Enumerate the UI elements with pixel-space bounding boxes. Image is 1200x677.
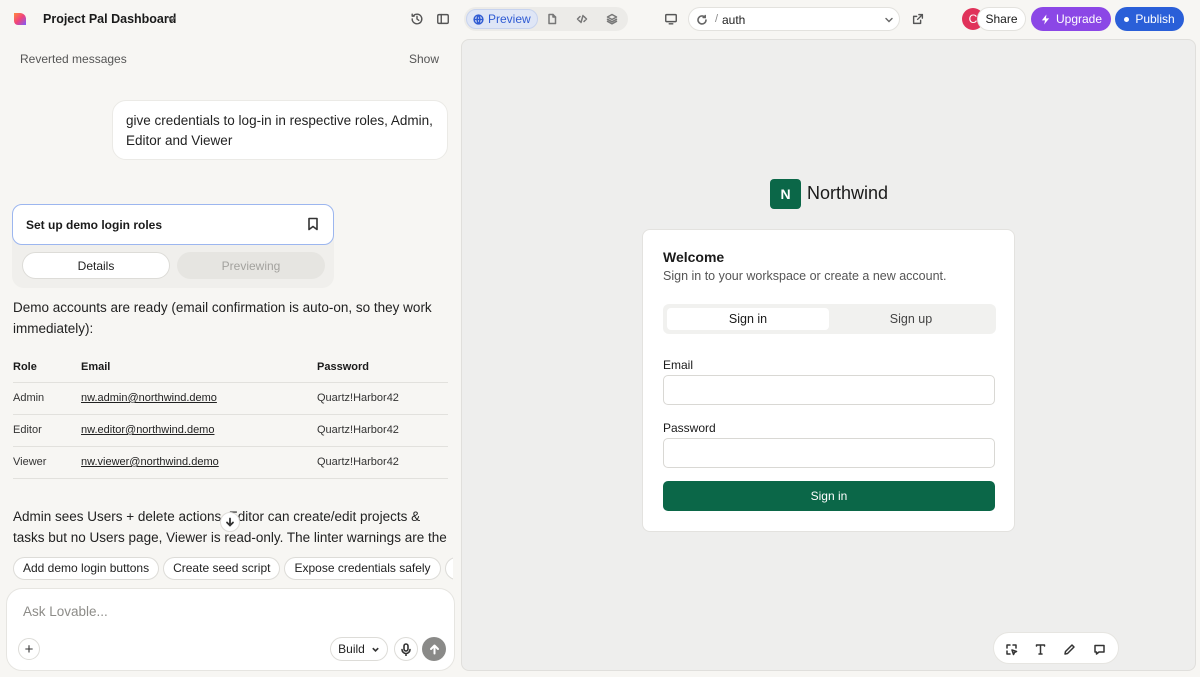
role-cell: Admin bbox=[13, 382, 81, 415]
comment-icon[interactable] bbox=[1091, 641, 1107, 657]
credentials-table: Role Email Password Admin nw.admin@north… bbox=[13, 352, 448, 479]
preview-toolbar bbox=[993, 632, 1119, 664]
suggestion-chip[interactable]: Add demo login buttons bbox=[13, 557, 160, 580]
desktop-icon[interactable] bbox=[663, 11, 679, 27]
tab-preview[interactable]: Preview bbox=[466, 9, 538, 29]
email-link[interactable]: nw.editor@northwind.demo bbox=[81, 414, 317, 447]
publish-dot-icon bbox=[1124, 16, 1130, 22]
suggestion-chip[interactable]: Expose credentials safely bbox=[284, 557, 441, 580]
email-label: Email bbox=[663, 358, 694, 372]
reverted-messages-label: Reverted messages bbox=[20, 52, 127, 66]
chat-composer: + Build bbox=[6, 588, 455, 671]
globe-icon bbox=[473, 13, 484, 25]
layers-icon[interactable] bbox=[606, 12, 620, 26]
top-bar: Project Pal Dashboard Preview / auth C S… bbox=[0, 0, 1200, 38]
chevron-down-icon[interactable] bbox=[884, 15, 894, 25]
table-row: Viewer nw.viewer@northwind.demo Quartz!H… bbox=[13, 446, 448, 479]
lightning-icon bbox=[1041, 13, 1050, 25]
arrow-up-icon bbox=[429, 644, 439, 654]
refresh-icon[interactable] bbox=[696, 13, 708, 25]
auth-subtitle: Sign in to your workspace or create a ne… bbox=[663, 269, 947, 283]
send-button[interactable] bbox=[422, 637, 446, 661]
chat-input[interactable] bbox=[23, 604, 443, 619]
table-header-row: Role Email Password bbox=[13, 352, 448, 383]
role-cell: Viewer bbox=[13, 446, 81, 479]
publish-label: Publish bbox=[1135, 12, 1175, 26]
bookmark-icon[interactable] bbox=[307, 217, 321, 231]
header-email: Email bbox=[81, 352, 317, 383]
sign-in-button[interactable]: Sign in bbox=[663, 481, 995, 511]
header-password: Password bbox=[317, 352, 448, 383]
table-row: Admin nw.admin@northwind.demo Quartz!Har… bbox=[13, 382, 448, 415]
chevron-down-icon bbox=[372, 647, 379, 652]
chevron-down-icon[interactable] bbox=[166, 13, 178, 25]
url-slash: / bbox=[715, 13, 719, 25]
publish-button[interactable]: Publish bbox=[1115, 7, 1184, 31]
sidebar-toggle-icon[interactable] bbox=[435, 11, 451, 27]
chat-panel: Reverted messages Show give credentials … bbox=[0, 38, 460, 677]
add-attachment-button[interactable]: + bbox=[18, 638, 40, 660]
pencil-icon[interactable] bbox=[1061, 641, 1077, 657]
url-path[interactable]: auth bbox=[722, 13, 745, 27]
suggestion-chip[interactable]: Create seed script bbox=[163, 557, 281, 580]
suggestion-chip[interactable]: A bbox=[444, 557, 453, 580]
table-row: Editor nw.editor@northwind.demo Quartz!H… bbox=[13, 414, 448, 447]
url-bar[interactable]: / auth bbox=[688, 7, 900, 31]
microphone-icon bbox=[401, 642, 411, 656]
scroll-down-button[interactable] bbox=[220, 512, 240, 532]
upgrade-label: Upgrade bbox=[1055, 12, 1103, 26]
password-label: Password bbox=[663, 421, 716, 435]
password-cell: Quartz!Harbor42 bbox=[317, 382, 448, 415]
code-icon[interactable] bbox=[576, 12, 590, 26]
user-message: give credentials to log-in in respective… bbox=[112, 100, 448, 160]
plus-icon: + bbox=[24, 640, 34, 658]
auth-title: Welcome bbox=[663, 249, 725, 265]
tab-sign-in[interactable]: Sign in bbox=[667, 308, 829, 330]
upgrade-button[interactable]: Upgrade bbox=[1031, 7, 1111, 31]
arrow-down-icon bbox=[226, 517, 234, 527]
view-switcher: Preview bbox=[464, 7, 628, 31]
email-field[interactable] bbox=[663, 375, 995, 405]
brand-logo: N bbox=[770, 179, 801, 209]
external-link-icon[interactable] bbox=[910, 11, 926, 27]
details-button[interactable]: Details bbox=[22, 252, 170, 279]
email-link[interactable]: nw.viewer@northwind.demo bbox=[81, 446, 317, 479]
share-button[interactable]: Share bbox=[977, 7, 1026, 31]
auth-tabs: Sign in Sign up bbox=[663, 304, 996, 334]
previewing-button: Previewing bbox=[177, 252, 325, 279]
brand-name: Northwind bbox=[807, 183, 889, 203]
task-title: Set up demo login roles bbox=[26, 218, 163, 232]
header-role: Role bbox=[13, 352, 81, 383]
select-element-icon[interactable] bbox=[1003, 641, 1019, 657]
lovable-logo-icon[interactable] bbox=[12, 11, 28, 27]
show-reverted-button[interactable]: Show bbox=[409, 52, 439, 66]
assistant-intro: Demo accounts are ready (email confirmat… bbox=[13, 300, 432, 336]
project-name[interactable]: Project Pal Dashboard bbox=[43, 12, 176, 26]
task-card: Set up demo login roles Details Previewi… bbox=[12, 204, 334, 288]
email-link[interactable]: nw.admin@northwind.demo bbox=[81, 382, 317, 415]
task-card-header[interactable]: Set up demo login roles bbox=[12, 204, 334, 245]
file-icon[interactable] bbox=[546, 12, 560, 26]
password-cell: Quartz!Harbor42 bbox=[317, 414, 448, 447]
tab-sign-up[interactable]: Sign up bbox=[830, 308, 992, 330]
history-icon[interactable] bbox=[409, 11, 425, 27]
suggestion-chips: Add demo login buttons Create seed script… bbox=[13, 557, 453, 581]
microphone-button[interactable] bbox=[394, 637, 418, 661]
tab-preview-label: Preview bbox=[488, 12, 531, 26]
preview-panel: N Northwind Welcome Sign in to your work… bbox=[461, 39, 1196, 671]
password-cell: Quartz!Harbor42 bbox=[317, 446, 448, 479]
text-tool-icon[interactable] bbox=[1032, 641, 1048, 657]
mode-select[interactable]: Build bbox=[330, 637, 388, 661]
role-cell: Editor bbox=[13, 414, 81, 447]
mode-label: Build bbox=[338, 642, 365, 656]
password-field[interactable] bbox=[663, 438, 995, 468]
auth-card: Welcome Sign in to your workspace or cre… bbox=[642, 229, 1015, 532]
